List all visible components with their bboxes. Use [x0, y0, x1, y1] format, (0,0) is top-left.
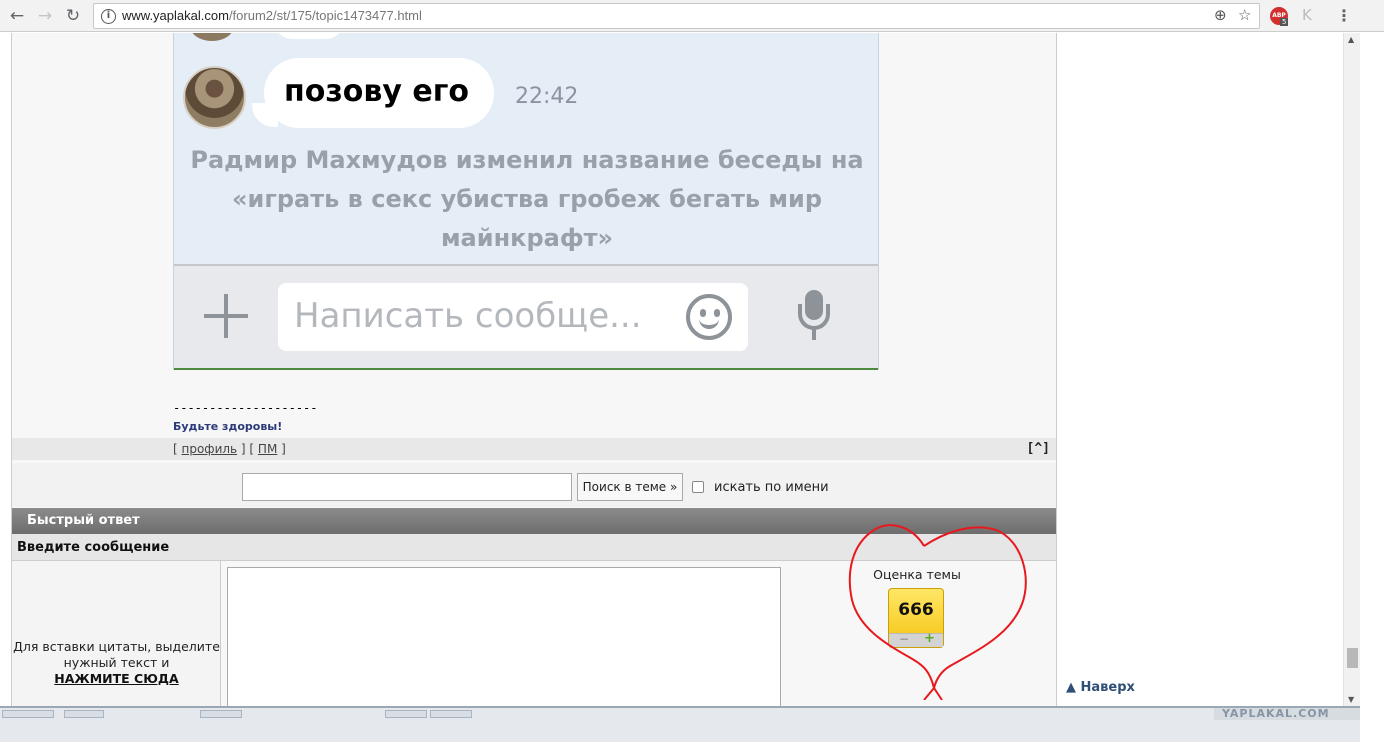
avatar	[183, 66, 246, 129]
back-arrow-icon[interactable]: ←	[6, 6, 28, 26]
smile-icon	[686, 294, 732, 340]
rating-plus-button[interactable]: +	[924, 631, 935, 646]
to-top-label: Наверх	[1080, 680, 1135, 695]
topic-search-row: Поиск в теме » искать по имени	[12, 463, 1056, 507]
taskbar-strip: YAPLAKAL.COM	[0, 706, 1360, 742]
site-watermark: YAPLAKAL.COM	[1214, 708, 1360, 720]
signature-separator: --------------------	[173, 401, 318, 415]
chat-service-message: Радмир Махмудов изменил название беседы …	[190, 146, 864, 252]
chat-message-text: позову его	[284, 74, 469, 109]
search-input[interactable]	[242, 473, 572, 501]
star-icon[interactable]: ☆	[1238, 6, 1251, 24]
post-action-bar: [ профиль ] [ ПМ ] [^]	[12, 438, 1056, 460]
microphone-icon	[798, 290, 830, 342]
page-viewport: позову его 22:42 Радмир Махмудов изменил…	[0, 33, 1343, 706]
to-top-link[interactable]: ▲ Наверх	[1066, 680, 1135, 695]
taskbar-item[interactable]	[200, 710, 242, 718]
chat-message-time: 22:42	[515, 84, 579, 109]
rating-value: 666	[898, 600, 934, 620]
quote-hint-panel: Для вставки цитаты, выделите нужный текс…	[12, 561, 221, 706]
taskbar-item[interactable]	[385, 710, 427, 718]
reply-textarea[interactable]	[227, 567, 781, 706]
scroll-down-icon[interactable]: ▼	[1348, 695, 1354, 704]
rating-label: Оценка темы	[873, 567, 961, 582]
browser-toolbar: ← → ↻ i www.yaplakal.com/forum2/st/175/t…	[0, 0, 1384, 32]
search-button[interactable]: Поиск в теме »	[577, 473, 683, 501]
search-by-name-label: искать по имени	[714, 480, 829, 495]
menu-dots-icon[interactable]: ⋮	[1336, 6, 1352, 25]
post-signature: Будьте здоровы!	[173, 420, 283, 433]
search-by-name-checkbox[interactable]	[692, 481, 704, 493]
profile-link[interactable]: профиль	[182, 442, 238, 456]
chat-screenshot: позову его 22:42 Радмир Махмудов изменил…	[173, 33, 879, 370]
chat-message-field: Написать сообще...	[278, 283, 748, 351]
taskbar-item[interactable]	[64, 710, 104, 718]
reload-icon[interactable]: ↻	[62, 6, 84, 26]
quote-hint-text: Для вставки цитаты, выделите нужный текс…	[13, 639, 220, 670]
taskbar-item[interactable]	[430, 710, 472, 718]
rating-badge: 666 − +	[888, 588, 944, 648]
chat-input-bar: Написать сообще...	[174, 264, 878, 370]
message-subtitle: Введите сообщение	[17, 540, 170, 555]
forum-column: позову его 22:42 Радмир Махмудов изменил…	[11, 33, 1057, 706]
url-text[interactable]: www.yaplakal.com/forum2/st/175/topic1473…	[122, 8, 422, 23]
url-host: www.yaplakal.com	[122, 8, 229, 23]
extension-icon[interactable]: K	[1302, 6, 1312, 24]
forward-arrow-icon[interactable]: →	[34, 6, 56, 26]
post-top-link[interactable]: [^]	[1027, 441, 1050, 456]
rating-minus-button[interactable]: −	[899, 632, 909, 646]
quick-reply-header: Быстрый ответ	[12, 508, 1056, 534]
quote-hint: Для вставки цитаты, выделите нужный текс…	[12, 639, 221, 687]
quick-reply-title: Быстрый ответ	[27, 513, 140, 528]
rating-controls: − +	[889, 631, 943, 647]
topic-rating: Оценка темы 666 − +	[852, 567, 982, 657]
message-subheader: Введите сообщение	[12, 534, 1056, 561]
scroll-up-icon[interactable]: ▲	[1348, 35, 1354, 44]
avatar	[190, 33, 234, 41]
post-links: [ профиль ] [ ПМ ]	[173, 442, 286, 456]
quote-link[interactable]: НАЖМИТЕ СЮДА	[12, 671, 221, 687]
plus-icon	[204, 294, 248, 338]
bubble-tail	[252, 103, 278, 127]
chat-input-placeholder: Написать сообще...	[294, 296, 642, 336]
pm-link[interactable]: ПМ	[258, 442, 277, 456]
page-scrollbar[interactable]: ▲ ▼	[1343, 33, 1360, 706]
address-bar[interactable]: i www.yaplakal.com/forum2/st/175/topic14…	[93, 3, 1260, 29]
adblock-count-badge: 5	[1280, 18, 1289, 26]
url-path: /forum2/st/175/topic1473477.html	[228, 8, 422, 23]
scroll-thumb[interactable]	[1347, 648, 1358, 668]
site-info-icon[interactable]: i	[101, 9, 116, 24]
taskbar-item[interactable]	[2, 710, 54, 718]
zoom-icon[interactable]: ⊕	[1214, 6, 1227, 24]
message-bubble	[274, 33, 344, 39]
